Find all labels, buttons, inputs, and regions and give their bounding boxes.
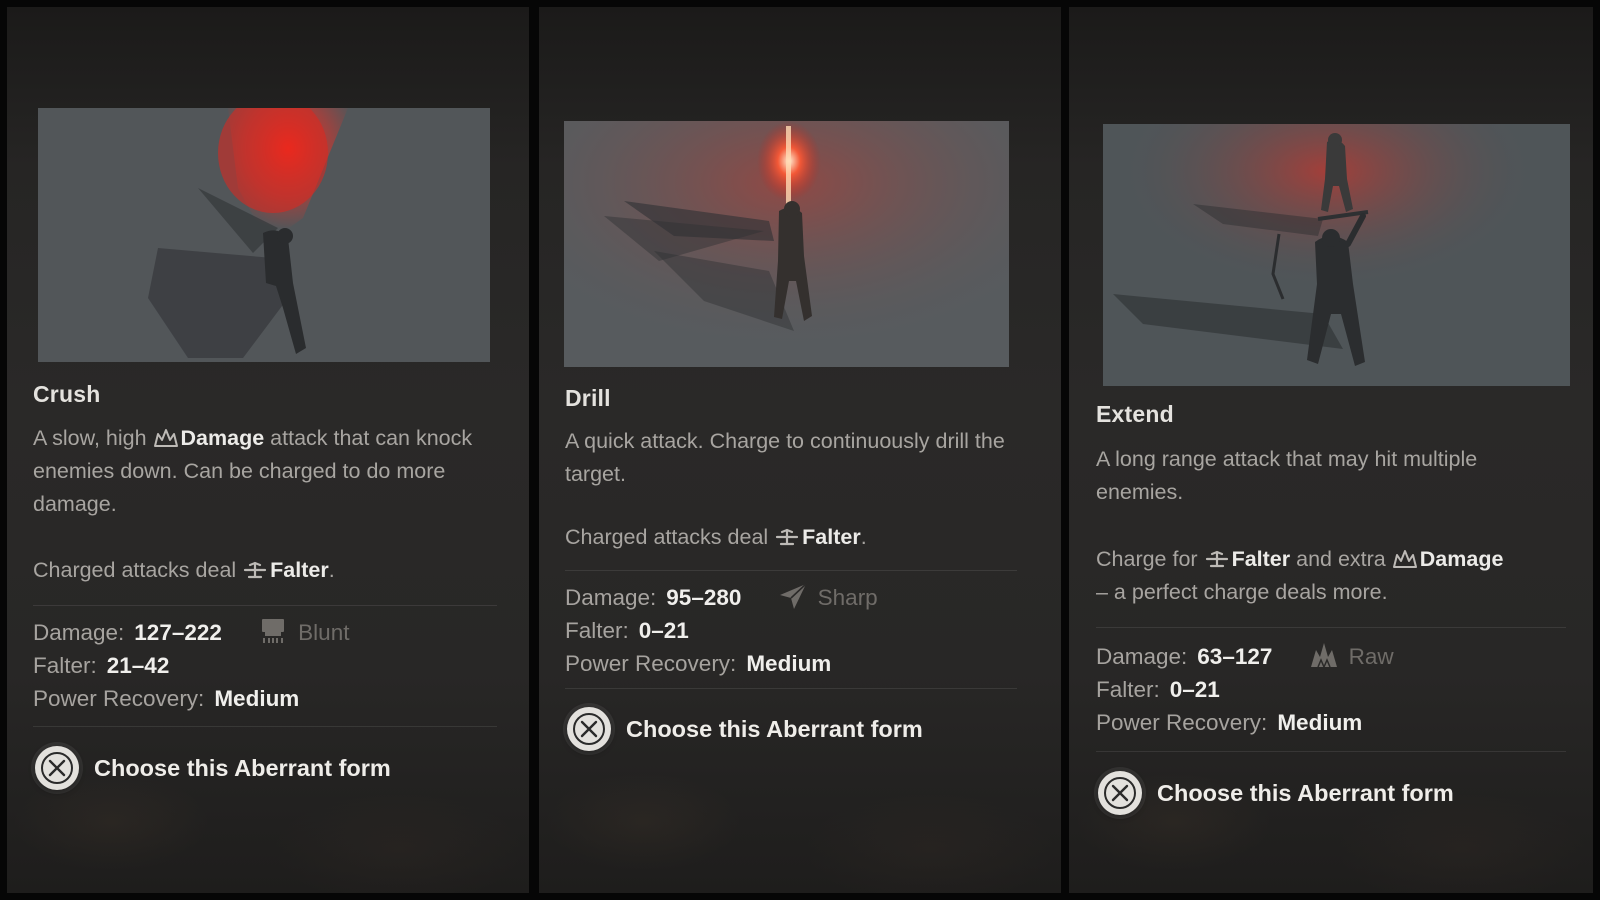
form-stats: Damage: 95–280 Sharp Falter: 0–21 Power Re…: [565, 581, 878, 680]
choose-form-button[interactable]: Choose this Aberrant form: [35, 746, 391, 790]
falter-stat-row: Falter: 21–42: [33, 649, 349, 682]
extend-preview-image: [1103, 124, 1570, 386]
damage-type-label: Sharp: [817, 585, 878, 610]
damage-label: Damage:: [565, 585, 657, 610]
power-recovery-stat-row: Power Recovery: Medium: [1096, 706, 1394, 739]
charged-attack-note: Charged attacks deal Falter.: [33, 554, 503, 587]
damage-value: 127–222: [134, 620, 222, 645]
cross-button-icon[interactable]: [35, 746, 79, 790]
choose-form-label[interactable]: Choose this Aberrant form: [94, 755, 391, 782]
divider: [565, 688, 1017, 689]
form-stats: Damage: 63–127 Raw Falter: 0–21 Power Reco…: [1096, 640, 1394, 739]
form-description: A slow, high Damage attack that can knoc…: [33, 422, 503, 521]
power-recovery-value: Medium: [746, 651, 832, 676]
power-recovery-label: Power Recovery:: [1096, 710, 1268, 735]
damage-icon: [1392, 549, 1418, 569]
choose-form-button[interactable]: Choose this Aberrant form: [1098, 771, 1454, 815]
charged-suffix: .: [328, 558, 335, 582]
charged-suffix: .: [860, 525, 867, 549]
falter-label: Falter:: [1096, 677, 1160, 702]
raw-icon: [1307, 640, 1341, 670]
aberrant-form-selection-screen: Crush A slow, high Damage attack that ca…: [0, 0, 1600, 900]
power-recovery-value: Medium: [1277, 710, 1363, 735]
power-recovery-stat-row: Power Recovery: Medium: [565, 647, 878, 680]
falter-value: 0–21: [638, 618, 689, 643]
damage-value: 95–280: [666, 585, 742, 610]
falter-label: Falter:: [565, 618, 629, 643]
form-description: A long range attack that may hit multipl…: [1096, 447, 1478, 504]
falter-keyword: Falter: [1231, 547, 1291, 571]
charged-prefix: Charge for: [1096, 547, 1198, 571]
divider: [565, 570, 1017, 571]
damage-type-label: Raw: [1348, 644, 1394, 669]
falter-icon: [1204, 549, 1230, 569]
form-title: Drill: [565, 385, 611, 411]
damage-type: Blunt: [256, 616, 349, 649]
charged-attack-note: Charge for Falter and extra Damage – a p…: [1096, 543, 1586, 609]
charged-line-2: – a perfect charge deals more.: [1096, 580, 1388, 604]
drill-preview-image: [564, 121, 1009, 367]
power-recovery-label: Power Recovery:: [33, 686, 205, 711]
damage-value: 63–127: [1197, 644, 1273, 669]
falter-label: Falter:: [33, 653, 97, 678]
falter-keyword: Falter: [270, 558, 329, 582]
divider: [1096, 627, 1566, 628]
damage-stat-row: Damage: 63–127 Raw: [1096, 640, 1394, 673]
falter-keyword: Falter: [802, 525, 861, 549]
charged-middle: and extra: [1296, 547, 1386, 571]
form-card-crush: Crush A slow, high Damage attack that ca…: [7, 7, 529, 893]
form-description: A quick attack. Charge to continuously d…: [565, 429, 1005, 486]
falter-value: 21–42: [106, 653, 170, 678]
falter-stat-row: Falter: 0–21: [1096, 673, 1394, 706]
damage-stat-row: Damage: 95–280 Sharp: [565, 581, 878, 614]
damage-icon: [153, 428, 179, 448]
crush-preview-image: [38, 108, 490, 362]
cross-button-icon[interactable]: [567, 707, 611, 751]
cross-button-icon[interactable]: [1098, 771, 1142, 815]
damage-stat-row: Damage: 127–222 Blunt: [33, 616, 349, 649]
form-card-drill: Drill A quick attack. Charge to continuo…: [539, 7, 1061, 893]
divider: [33, 605, 497, 606]
damage-type: Raw: [1307, 640, 1394, 673]
sharp-icon: [776, 581, 810, 611]
charged-prefix: Charged attacks deal: [565, 525, 769, 549]
power-recovery-label: Power Recovery:: [565, 651, 737, 676]
form-title: Crush: [33, 381, 101, 407]
damage-type: Sharp: [776, 581, 878, 614]
power-recovery-stat-row: Power Recovery: Medium: [33, 682, 349, 715]
choose-form-label[interactable]: Choose this Aberrant form: [626, 716, 923, 743]
choose-form-label[interactable]: Choose this Aberrant form: [1157, 780, 1454, 807]
form-card-extend: Extend A long range attack that may hit …: [1069, 7, 1593, 893]
divider: [1096, 751, 1566, 752]
charged-prefix: Charged attacks deal: [33, 558, 237, 582]
falter-icon: [242, 560, 268, 580]
choose-form-button[interactable]: Choose this Aberrant form: [567, 707, 923, 751]
form-stats: Damage: 127–222 Blunt Falter: 21–42 Power …: [33, 616, 349, 715]
description-text: A slow, high: [33, 426, 147, 450]
damage-keyword: Damage: [180, 426, 265, 450]
damage-label: Damage:: [33, 620, 125, 645]
form-title: Extend: [1096, 401, 1174, 427]
divider: [33, 726, 497, 727]
damage-label: Damage:: [1096, 644, 1188, 669]
falter-icon: [774, 527, 800, 547]
damage-keyword: Damage: [1419, 547, 1504, 571]
falter-value: 0–21: [1169, 677, 1220, 702]
falter-stat-row: Falter: 0–21: [565, 614, 878, 647]
charged-attack-note: Charged attacks deal Falter.: [565, 521, 1025, 554]
damage-type-label: Blunt: [298, 620, 350, 645]
blunt-icon: [256, 616, 290, 646]
power-recovery-value: Medium: [214, 686, 300, 711]
